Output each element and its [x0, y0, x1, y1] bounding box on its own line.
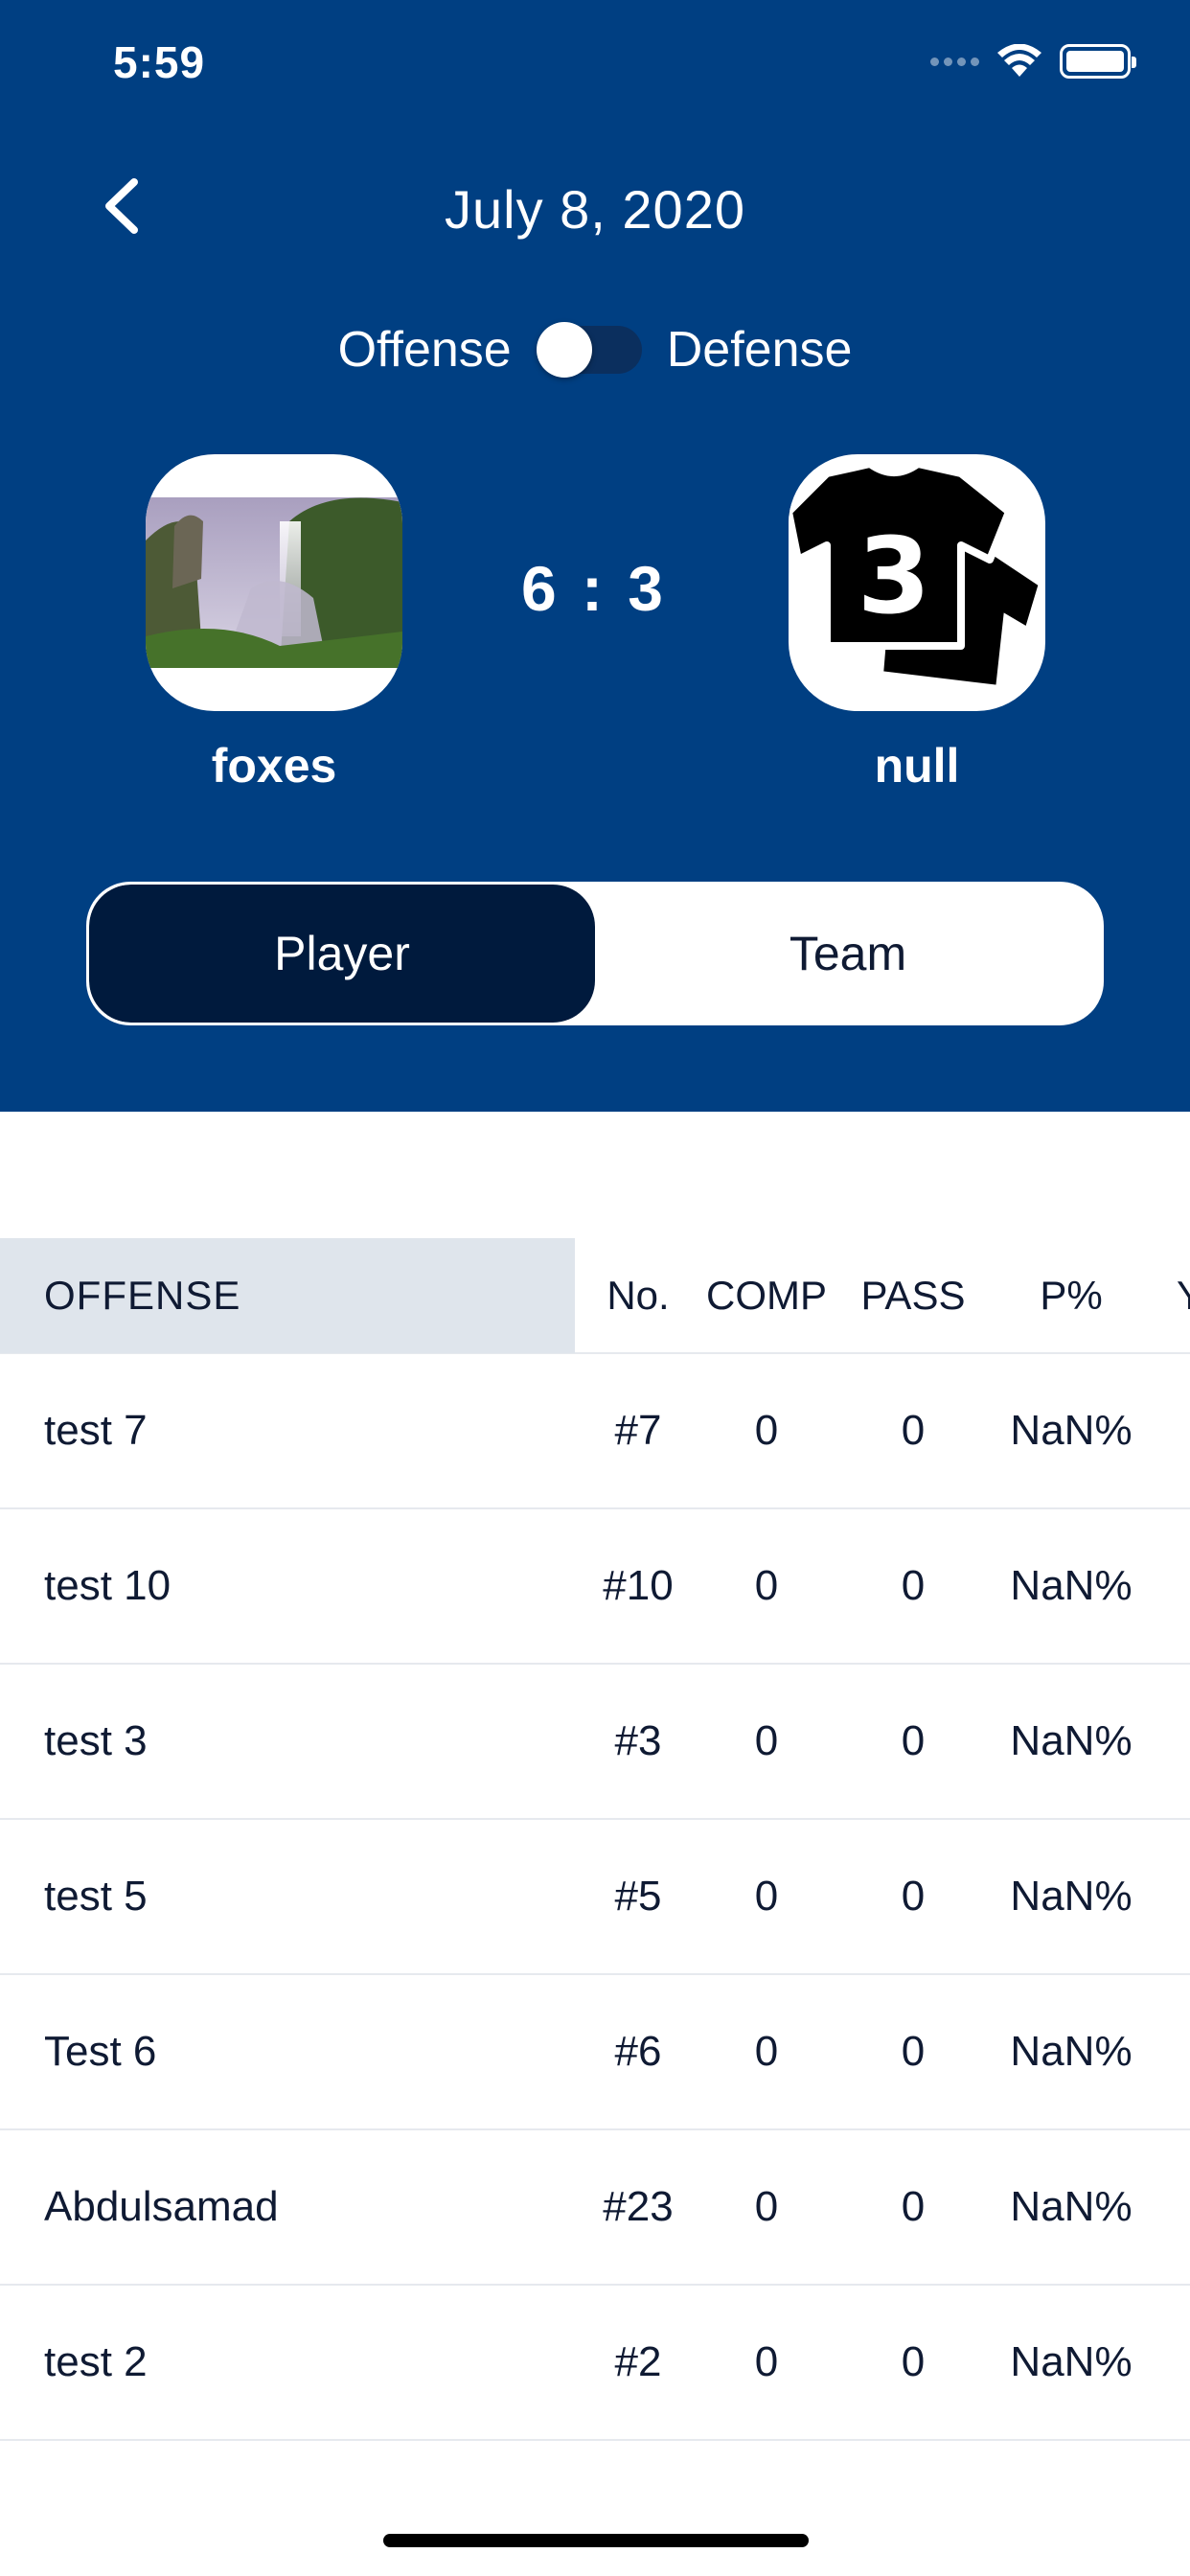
toggle-knob [536, 322, 592, 378]
player-name: test 3 [44, 1717, 148, 1764]
table-row[interactable]: test 3 #3 0 0 NaN% [0, 1665, 1190, 1820]
offense-defense-toggle-row: Offense Defense [0, 321, 1190, 379]
offense-column-header: OFFENSE [0, 1238, 575, 1353]
player-number: #23 [603, 2183, 674, 2230]
table-row[interactable]: Abdulsamad #23 0 0 NaN% [0, 2130, 1190, 2286]
defense-label: Defense [666, 322, 853, 378]
signal-icon [930, 57, 979, 66]
svg-text:3: 3 [858, 515, 931, 637]
game-header: 5:59 July 8, 2020 Offense Defense 6: 3 … [0, 0, 1190, 1112]
home-indicator[interactable] [383, 2534, 809, 2547]
pct-column-header: P% [1040, 1273, 1103, 1318]
wifi-icon [997, 44, 1041, 77]
player-number: #5 [614, 1873, 662, 1920]
away-team-name: null [874, 739, 960, 793]
pct-value: NaN% [1010, 1407, 1133, 1454]
home-team-logo [146, 454, 402, 711]
page-title: July 8, 2020 [445, 179, 745, 240]
pct-value: NaN% [1010, 1562, 1133, 1609]
pass-value: 0 [901, 1562, 926, 1609]
offense-label: Offense [337, 322, 512, 378]
pass-value: 0 [901, 1873, 926, 1920]
pass-value: 0 [901, 1407, 926, 1454]
comp-value: 0 [754, 2338, 779, 2385]
player-number: #6 [614, 2028, 662, 2075]
comp-value: 0 [754, 1407, 779, 1454]
player-number: #10 [603, 1562, 674, 1609]
comp-value: 0 [754, 2183, 779, 2230]
pct-value: NaN% [1010, 1717, 1133, 1764]
table-row[interactable]: test 7 #7 0 0 NaN% [0, 1354, 1190, 1509]
jersey-number-3-icon: 3 [789, 460, 1045, 694]
player-number: #3 [614, 1717, 662, 1764]
pass-value: 0 [901, 2183, 926, 2230]
comp-column-header: COMP [706, 1273, 827, 1318]
player-number: #7 [614, 1407, 662, 1454]
table-row[interactable]: test 10 #10 0 0 NaN% [0, 1509, 1190, 1665]
table-header: OFFENSE No. COMP PASS P% Y [0, 1238, 1190, 1354]
pass-value: 0 [901, 1717, 926, 1764]
player-number: #2 [614, 2338, 662, 2385]
offense-defense-toggle[interactable] [536, 322, 642, 378]
pct-value: NaN% [1010, 1873, 1133, 1920]
waterfall-photo [146, 497, 402, 668]
pass-column-header: PASS [860, 1273, 966, 1318]
player-name: Test 6 [44, 2028, 157, 2075]
offense-stats-table: OFFENSE No. COMP PASS P% Y test 7 #7 0 0… [0, 1238, 1190, 2441]
team-tab[interactable]: Team [595, 885, 1101, 1023]
yards-column-header: Y [1148, 1273, 1190, 1319]
home-team-name: foxes [211, 739, 337, 793]
status-time: 5:59 [113, 37, 206, 87]
table-row[interactable]: Test 6 #6 0 0 NaN% [0, 1975, 1190, 2130]
comp-value: 0 [754, 1562, 779, 1609]
pct-value: NaN% [1010, 2183, 1133, 2230]
comp-value: 0 [754, 1717, 779, 1764]
player-name: test 7 [44, 1407, 148, 1454]
pct-value: NaN% [1010, 2028, 1133, 2075]
comp-value: 0 [754, 2028, 779, 2075]
pass-value: 0 [901, 2028, 926, 2075]
player-name: test 2 [44, 2338, 148, 2385]
away-team-logo: 3 [789, 454, 1045, 711]
player-team-segmented-control: Player Team [86, 882, 1104, 1025]
table-row[interactable]: test 2 #2 0 0 NaN% [0, 2286, 1190, 2441]
pct-value: NaN% [1010, 2338, 1133, 2385]
player-name: test 5 [44, 1873, 148, 1920]
battery-icon [1060, 44, 1136, 79]
player-tab[interactable]: Player [89, 885, 595, 1023]
status-icons [930, 44, 1136, 79]
player-name: test 10 [44, 1562, 172, 1609]
comp-value: 0 [754, 1873, 779, 1920]
score: 6 : 3 [520, 553, 668, 624]
player-name: Abdulsamad [44, 2183, 279, 2230]
number-column-header: No. [606, 1273, 670, 1318]
table-row[interactable]: test 5 #5 0 0 NaN% [0, 1820, 1190, 1975]
pass-value: 0 [901, 2338, 926, 2385]
